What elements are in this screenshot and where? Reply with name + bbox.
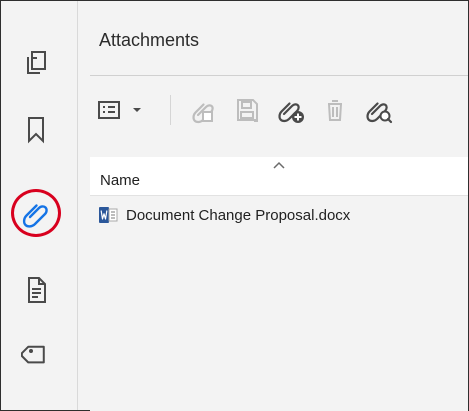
add-attachment-icon bbox=[278, 102, 304, 123]
attachments-window: Attachments Name Document Change Proposa… bbox=[0, 0, 469, 411]
name-column-header[interactable]: Name bbox=[90, 157, 468, 196]
save-attachment-icon bbox=[237, 99, 258, 122]
delete-attachment-icon bbox=[328, 100, 342, 121]
attachments-toolbar bbox=[90, 89, 468, 131]
name-column-label: Name bbox=[100, 172, 141, 189]
panel-title: Attachments bbox=[99, 30, 200, 50]
view-options-button[interactable] bbox=[92, 89, 126, 131]
open-attachment-button[interactable] bbox=[186, 89, 220, 131]
pages-icon bbox=[27, 51, 46, 74]
delete-attachment-button[interactable] bbox=[318, 89, 352, 131]
sort-ascending-icon bbox=[273, 161, 285, 169]
add-attachment-button[interactable] bbox=[274, 89, 308, 131]
bookmark-icon bbox=[28, 117, 44, 144]
document-properties-icon bbox=[28, 277, 46, 303]
tags-button[interactable] bbox=[15, 335, 57, 377]
attachment-row[interactable]: Document Change Proposal.docx bbox=[98, 201, 350, 229]
search-attachment-icon bbox=[366, 102, 393, 124]
document-properties-button[interactable] bbox=[15, 269, 57, 311]
attachments-button[interactable] bbox=[15, 192, 57, 234]
word-document-icon bbox=[99, 207, 118, 223]
pages-button[interactable] bbox=[15, 43, 57, 85]
save-attachment-button[interactable] bbox=[230, 89, 264, 131]
attachments-list: Name Document Change Proposal.docx bbox=[90, 157, 468, 411]
attachment-icon bbox=[22, 204, 48, 228]
attachment-file-name: Document Change Proposal.docx bbox=[126, 206, 351, 224]
toolbar-separator bbox=[170, 95, 171, 125]
search-attachment-button[interactable] bbox=[362, 89, 396, 131]
dropdown-arrow-icon bbox=[133, 108, 141, 112]
attachments-panel: Attachments Name Document Change Proposa… bbox=[78, 1, 468, 411]
view-options-dropdown[interactable] bbox=[128, 89, 146, 131]
left-rail bbox=[1, 1, 77, 410]
title-divider bbox=[90, 75, 468, 76]
view-options-icon bbox=[98, 101, 120, 119]
tag-icon bbox=[21, 345, 45, 364]
bookmarks-button[interactable] bbox=[15, 109, 57, 151]
open-attachment-icon bbox=[192, 103, 214, 124]
